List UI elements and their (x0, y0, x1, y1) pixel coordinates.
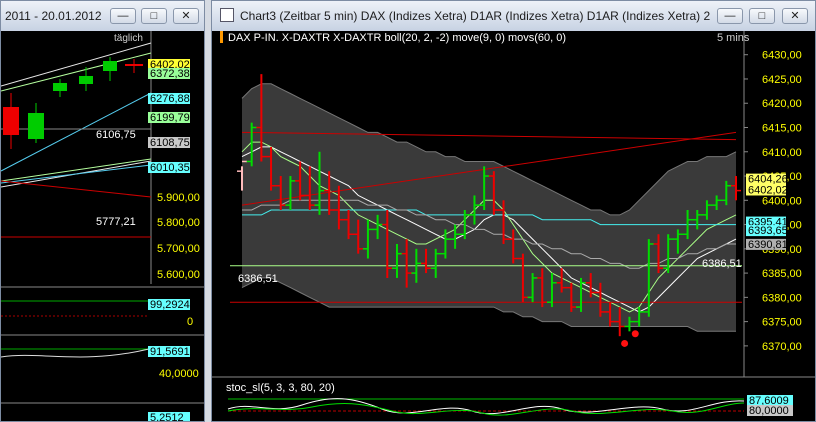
left-title-bar[interactable]: 2011 - 20.01.2012 — □ ✕ (1, 1, 204, 32)
left-chart-svg: täglich 6106,75 5777,21 6402,02 6372,38 … (1, 31, 204, 422)
left-line-1 (1, 52, 152, 92)
left-panel-tag-2: 0 (187, 316, 193, 328)
right-chart-window[interactable]: Chart3 (Zeitbar 5 min) DAX (Indizes Xetr… (211, 0, 816, 422)
price-axis-tick-5: 6410,00 (762, 147, 802, 159)
right-title-bar[interactable]: Chart3 (Zeitbar 5 min) DAX (Indizes Xetr… (212, 1, 815, 32)
maximize-icon: □ (758, 10, 766, 22)
price-axis-tick-13: 6370,00 (762, 341, 802, 353)
chart-header: DAX P-IN. X-DAXTR X-DAXTR boll(20, 2, -2… (228, 32, 566, 44)
left-axis-tick-4: 5.600,00 (157, 269, 200, 281)
left-price-tag-5: 6108,75 (150, 137, 190, 149)
price-axis-tick-12: 6375,00 (762, 317, 802, 329)
stoch-tag-2: 80,0000 (749, 405, 789, 417)
left-axis-tick-1: 5.900,00 (157, 192, 200, 204)
price-tag-4: 6393,65 (748, 225, 788, 237)
right-chart-area[interactable]: 6430,006425,006420,006415,006410,006405,… (212, 31, 815, 421)
price-axis-tick-10: 6385,00 (762, 268, 802, 280)
right-line-value-label: 6386,51 (702, 258, 742, 270)
price-axis-tick-7: 6400,00 (762, 195, 802, 207)
left-price-tag-2: 6372,38 (150, 68, 190, 80)
left-line-value-label: 6386,51 (238, 273, 278, 285)
left-line-3 (1, 158, 152, 182)
main-price-chart[interactable]: 6430,006425,006420,006415,006410,006405,… (212, 31, 816, 422)
left-chart-window[interactable]: 2011 - 20.01.2012 — □ ✕ täglich 6106,75 … (0, 0, 205, 422)
right-window-title: Chart3 (Zeitbar 5 min) DAX (Indizes Xetr… (240, 9, 710, 23)
close-button[interactable]: ✕ (173, 8, 199, 24)
left-line-4 (1, 164, 152, 184)
left-panel-line-4 (1, 348, 150, 358)
left-panel-tag-1: 99,2924 (150, 299, 190, 311)
left-axis-tick-2: 5.800,00 (157, 217, 200, 229)
chart-app-icon (220, 8, 234, 22)
left-panel-tag-5: 5,2512 (150, 412, 184, 422)
minimize-button[interactable]: — (717, 8, 743, 24)
close-button[interactable]: ✕ (782, 8, 808, 24)
left-price-tag-6: 6010,35 (150, 162, 190, 174)
left-price-tags: 6402,02 6372,38 6276,88 6199,79 6108,75 … (148, 59, 190, 174)
price-axis-tick-2: 6425,00 (762, 74, 802, 86)
maximize-icon: □ (150, 10, 158, 22)
left-panel-tag-4: 40,0000 (159, 368, 199, 380)
price-axis-tick-4: 6415,00 (762, 123, 802, 135)
chart-header-marker (220, 31, 223, 43)
left-period-label: täglich (114, 33, 143, 44)
maximize-button[interactable]: □ (749, 8, 775, 24)
stoch-label: stoc_sl(5, 3, 3, 80, 20) (226, 382, 335, 394)
left-price-tag-4: 6199,79 (150, 112, 190, 124)
close-icon: ✕ (790, 10, 800, 22)
minimize-icon: — (117, 10, 129, 22)
minimize-icon: — (724, 10, 736, 22)
left-line-label-2: 5777,21 (96, 216, 136, 228)
left-chart-area[interactable]: täglich 6106,75 5777,21 6402,02 6372,38 … (1, 31, 204, 421)
minimize-button[interactable]: — (110, 8, 136, 24)
price-axis-tick-1: 6430,00 (762, 50, 802, 62)
left-axis-tick-3: 5.700,00 (157, 243, 200, 255)
signal-marker-2 (631, 330, 639, 338)
price-axis-tick-3: 6420,00 (762, 98, 802, 110)
left-panel-tag-3: 91,5691 (150, 346, 190, 358)
maximize-button[interactable]: □ (141, 8, 167, 24)
left-window-title: 2011 - 20.01.2012 (5, 9, 102, 23)
chart-timeframe: 5 mins (717, 32, 750, 44)
close-icon: ✕ (181, 10, 191, 22)
price-tag-5: 6390,81 (748, 239, 788, 251)
left-line-5 (1, 180, 152, 198)
signal-marker-1 (621, 339, 629, 347)
left-price-tag-3: 6276,88 (150, 93, 190, 105)
price-axis-tick-11: 6380,00 (762, 292, 802, 304)
left-line-label-1: 6106,75 (96, 129, 136, 141)
price-tag-2: 6402,02 (748, 184, 788, 196)
